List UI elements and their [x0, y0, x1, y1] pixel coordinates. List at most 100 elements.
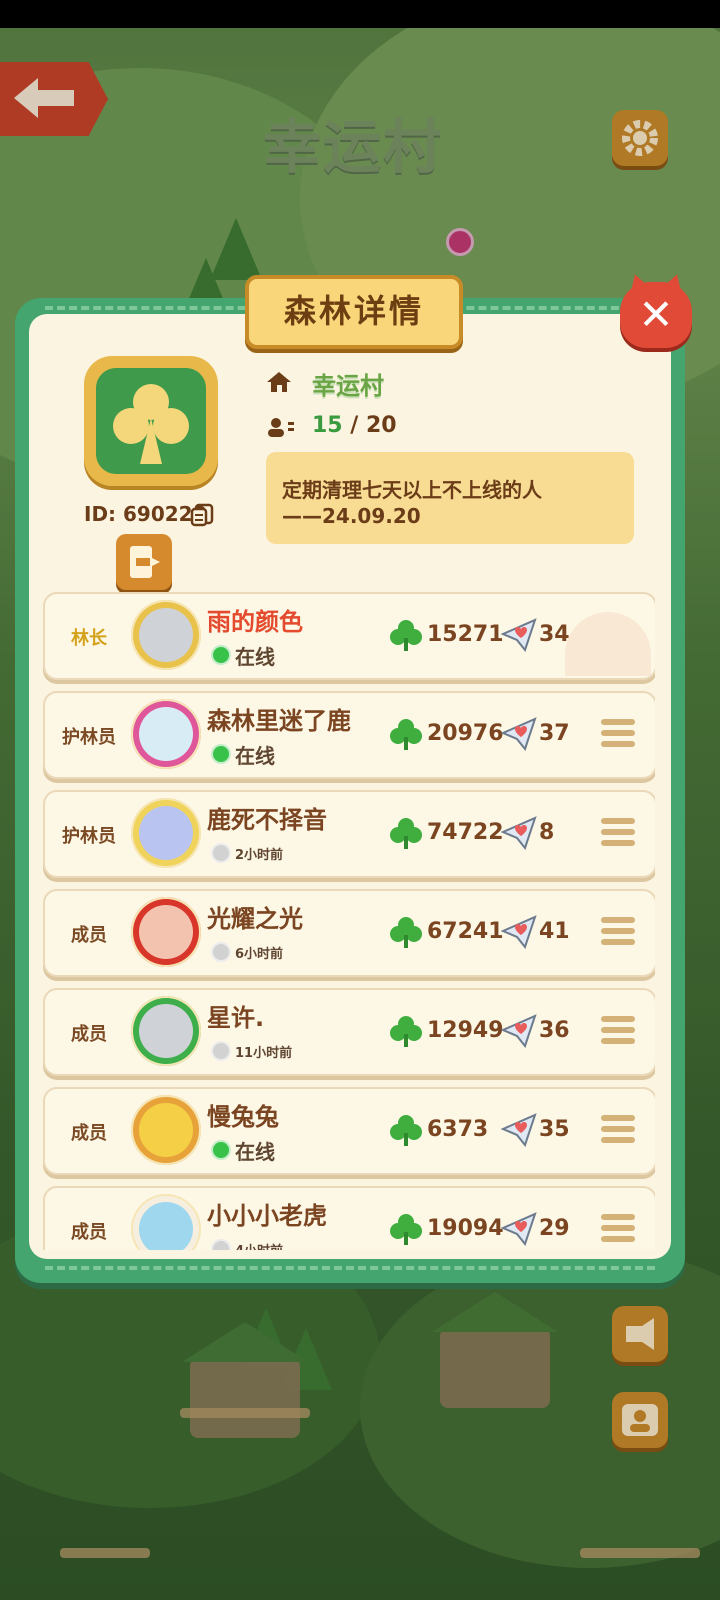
menu-icon[interactable] — [601, 917, 635, 949]
paper-plane-heart-icon — [501, 1113, 537, 1147]
member-row[interactable]: 成员 慢兔兔 在线 6373 35 — [43, 1087, 655, 1175]
member-role: 护林员 — [62, 727, 116, 748]
status-dot-icon — [211, 1041, 231, 1061]
avatar-face — [139, 707, 193, 761]
club-icon — [113, 384, 189, 464]
dialog-title: 森林详情 — [283, 292, 424, 330]
member-row[interactable]: 成员 光耀之光 6小时前 67241 41 — [43, 889, 655, 977]
member-role: 护林员 — [62, 826, 116, 847]
status-bar — [0, 0, 720, 28]
status-dot-icon — [211, 645, 231, 665]
member-avatar[interactable] — [131, 996, 201, 1066]
member-likes: 35 — [539, 1117, 570, 1142]
status-text: 2小时前 — [235, 848, 284, 863]
notice-line-2: ——24.09.20 — [282, 504, 421, 528]
member-list[interactable]: 林长 雨的颜色 在线 15271 34 护林员 森林里迷了鹿 在线 20976 37 护林员 鹿死不择… — [43, 590, 655, 1250]
forest-name: 幸运村 — [312, 372, 384, 400]
member-name: 森林里迷了鹿 — [207, 707, 351, 735]
member-count: 15 / 20 — [312, 413, 397, 438]
clover-icon — [390, 1016, 422, 1047]
member-avatar[interactable] — [131, 798, 201, 868]
member-likes: 37 — [539, 721, 570, 746]
paper-plane-heart-icon — [501, 915, 537, 949]
member-avatar[interactable] — [131, 699, 201, 769]
member-role: 林长 — [71, 628, 107, 649]
status-text: 在线 — [235, 645, 275, 669]
menu-icon[interactable] — [601, 1214, 635, 1246]
clover-icon — [390, 1214, 422, 1245]
member-name: 小小小老虎 — [207, 1202, 327, 1230]
status-dot-icon — [211, 1239, 231, 1250]
close-icon: ✕ — [638, 290, 674, 339]
close-button[interactable]: ✕ — [620, 282, 692, 348]
copy-icon[interactable] — [189, 502, 215, 528]
member-role: 成员 — [71, 1222, 107, 1243]
paper-plane-heart-icon — [501, 618, 537, 652]
status-dot-icon — [211, 744, 231, 764]
member-row[interactable]: 成员 小小小老虎 4小时前 19094 29 — [43, 1186, 655, 1250]
member-name: 光耀之光 — [207, 905, 303, 933]
member-row[interactable]: 护林员 森林里迷了鹿在线 20976 37 — [43, 691, 655, 779]
member-likes: 36 — [539, 1018, 570, 1043]
dialog-title-plaque: 森林详情 — [245, 275, 463, 349]
status-text: 在线 — [235, 744, 275, 768]
clover-icon — [390, 917, 422, 948]
clover-icon — [390, 818, 422, 849]
status-text: 11小时前 — [235, 1046, 293, 1061]
menu-icon[interactable] — [601, 818, 635, 850]
status-dot-icon — [211, 843, 231, 863]
forest-notice: 定期清理七天以上不上线的人 ——24.09.20 — [266, 452, 634, 544]
member-role: 成员 — [71, 925, 107, 946]
avatar-face — [139, 1103, 193, 1157]
clover-icon — [390, 1115, 422, 1146]
member-score: 20976 — [427, 721, 504, 746]
members-icon — [268, 418, 294, 437]
status-dot-icon — [211, 942, 231, 962]
menu-icon[interactable] — [601, 1115, 635, 1147]
member-avatar[interactable] — [131, 1194, 201, 1250]
member-avatar[interactable] — [131, 600, 201, 670]
avatar-face — [139, 905, 193, 959]
status-dot-icon — [211, 1140, 231, 1160]
forest-emblem — [84, 356, 218, 486]
status-text: 在线 — [235, 1140, 275, 1164]
menu-icon[interactable] — [601, 719, 635, 751]
member-row[interactable]: 成员 星许. 11小时前 12949 36 — [43, 988, 655, 1076]
member-score: 67241 — [427, 919, 504, 944]
paper-plane-heart-icon — [501, 816, 537, 850]
notice-line-1: 定期清理七天以上不上线的人 — [282, 478, 542, 502]
member-likes: 34 — [539, 622, 570, 647]
decor-ghost — [565, 612, 651, 676]
member-avatar[interactable] — [131, 897, 201, 967]
member-name: 星许. — [207, 1004, 265, 1032]
paper-plane-heart-icon — [501, 1014, 537, 1048]
member-role: 成员 — [71, 1123, 107, 1144]
member-likes: 8 — [539, 820, 555, 845]
status-text: 4小时前 — [235, 1240, 283, 1250]
avatar-face — [139, 806, 193, 860]
leave-forest-button[interactable] — [116, 534, 172, 590]
member-name: 鹿死不择音 — [207, 806, 327, 834]
member-row[interactable]: 林长 雨的颜色在线 15271 34 — [43, 592, 655, 680]
member-score: 12949 — [427, 1018, 504, 1043]
member-avatar[interactable] — [131, 1095, 201, 1165]
clover-icon — [390, 719, 422, 750]
menu-icon[interactable] — [601, 1016, 635, 1048]
avatar-face — [139, 608, 193, 662]
member-score: 74722 — [427, 820, 504, 845]
member-row[interactable]: 护林员 鹿死不择音 2小时前 74722 8 — [43, 790, 655, 878]
member-score: 6373 — [427, 1117, 489, 1142]
member-likes: 41 — [539, 919, 570, 944]
exit-door-icon — [130, 546, 160, 578]
home-icon — [267, 372, 291, 392]
member-score: 15271 — [427, 622, 504, 647]
paper-plane-heart-icon — [501, 1212, 537, 1246]
clover-icon — [390, 620, 422, 651]
paper-plane-heart-icon — [501, 717, 537, 751]
member-likes: 29 — [539, 1216, 570, 1241]
status-text: 6小时前 — [235, 947, 284, 962]
avatar-face — [139, 1202, 193, 1250]
member-name: 雨的颜色 — [207, 608, 303, 636]
member-score: 19094 — [427, 1216, 504, 1241]
avatar-face — [139, 1004, 193, 1058]
